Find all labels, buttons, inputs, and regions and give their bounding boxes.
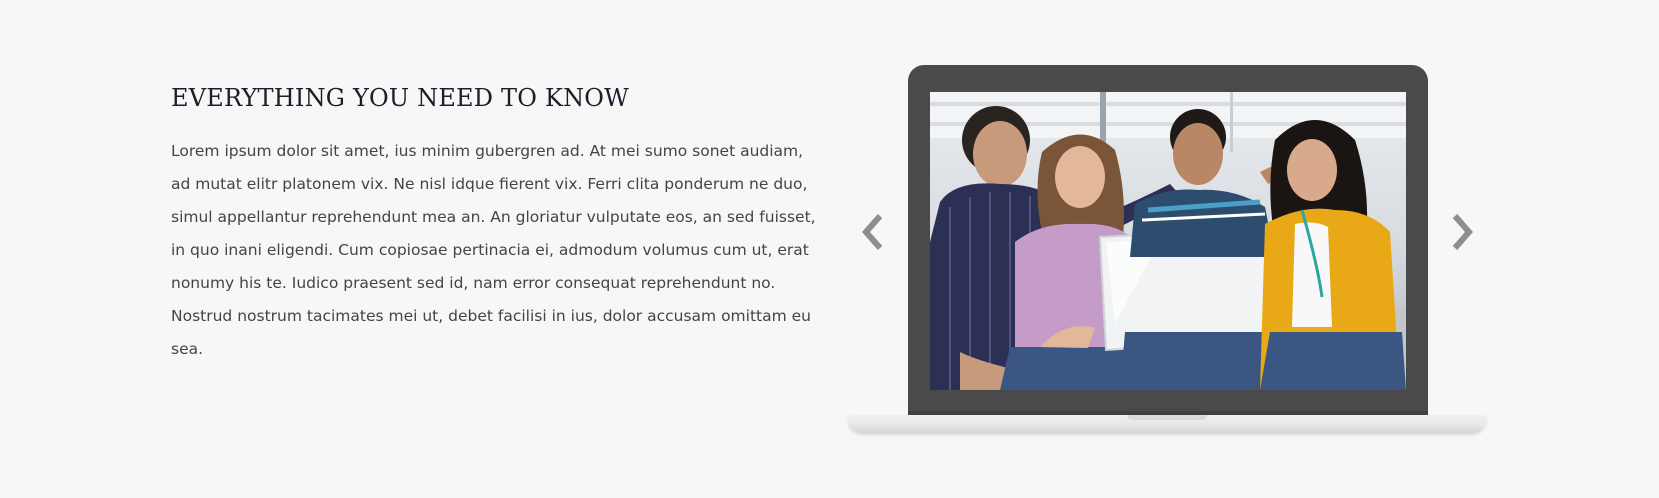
students-photo [930,92,1406,390]
laptop-screen-frame [908,65,1428,419]
laptop-mockup [848,64,1486,436]
slide-image [930,92,1406,390]
about-section: EVERYTHING YOU NEED TO KNOW Lorem ipsum … [0,0,1659,498]
section-heading: EVERYTHING YOU NEED TO KNOW [171,84,630,112]
laptop-base-notch [1127,415,1207,420]
section-body-text: Lorem ipsum dolor sit amet, ius minim gu… [171,142,816,358]
laptop-base [848,415,1486,433]
